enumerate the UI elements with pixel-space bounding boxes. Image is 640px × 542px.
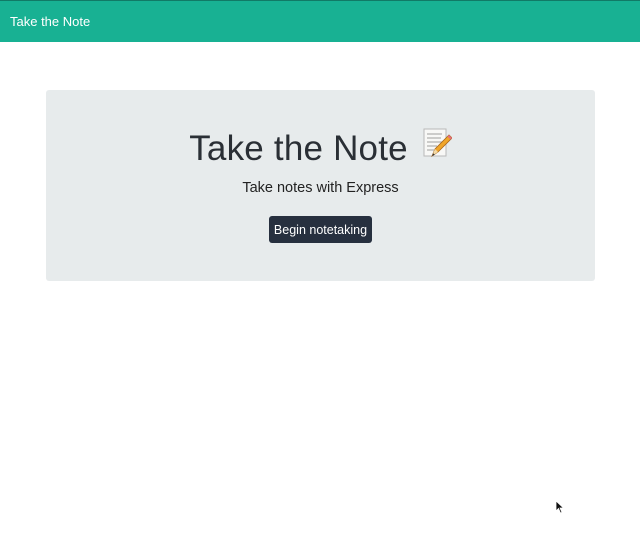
begin-notetaking-button[interactable]: Begin notetaking: [269, 216, 372, 243]
navbar-brand-link[interactable]: Take the Note: [10, 14, 90, 29]
mouse-pointer-icon: [555, 500, 565, 519]
hero-panel: Take the Note Take notes with Express Be…: [46, 90, 595, 281]
top-navbar: Take the Note: [0, 0, 640, 42]
memo-pencil-icon: [422, 127, 453, 169]
hero-title: Take the Note: [46, 128, 595, 170]
hero-subtitle: Take notes with Express: [242, 180, 399, 196]
hero-title-text: Take the Note: [189, 129, 408, 168]
